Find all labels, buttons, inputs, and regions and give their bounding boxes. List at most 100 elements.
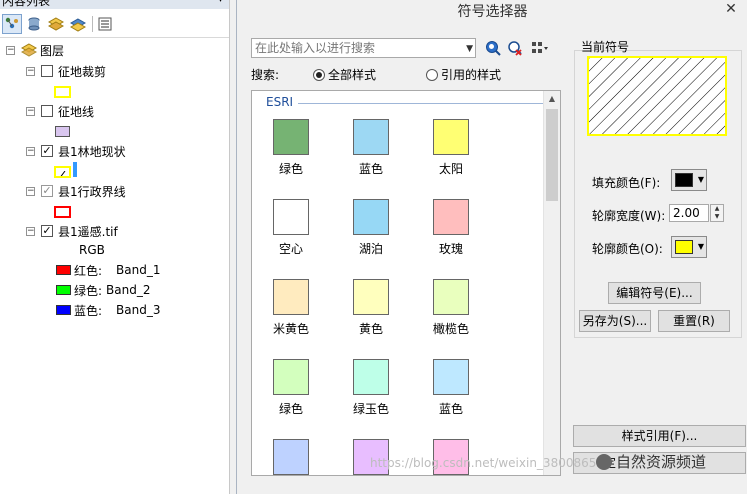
outline-width-spinner[interactable]: ▲ ▼ [710, 204, 724, 222]
hatch-pattern [589, 58, 725, 134]
wechat-icon [596, 453, 612, 470]
toc-title: 内容列表 [0, 0, 229, 9]
symbol-swatch [273, 199, 309, 235]
list-by-selection-icon[interactable] [68, 14, 88, 34]
view-options-icon[interactable] [530, 38, 550, 58]
layer-name: 征地裁剪 [58, 64, 107, 79]
layer-visibility-checkbox[interactable] [41, 65, 53, 77]
layers-root-label: 图层 [40, 43, 65, 58]
symbol-label: 玫瑰 [438, 242, 463, 256]
symbol-item[interactable]: 黄色 [341, 279, 401, 355]
layer-visibility-checkbox[interactable]: ✓ [41, 185, 53, 197]
layer-symbol-swatch[interactable] [55, 126, 70, 137]
chevron-down-icon: ▼ [697, 242, 704, 251]
layer-item-raster[interactable]: ✓ 县1遥感.tif [41, 222, 118, 240]
list-by-visibility-icon[interactable] [46, 14, 66, 34]
symbol-swatch [353, 119, 389, 155]
search-input[interactable]: 在此处输入以进行搜索 ▼ [251, 38, 476, 58]
chevron-down-icon[interactable]: ▼ [466, 40, 473, 58]
layer-visibility-checkbox[interactable]: ✓ [41, 145, 53, 157]
layer-item-clip[interactable]: 征地裁剪 [41, 62, 106, 80]
band-color-swatch[interactable] [56, 285, 71, 295]
radio-label: 引用的样式 [441, 68, 502, 82]
watermark-url: https://blog.csdn.net/weixin_38008652 [370, 456, 605, 470]
outline-width-input[interactable]: 2.00 [669, 204, 709, 222]
toc-panel: 内容列表 ▾ − 图层 − 征地裁剪 − 征地线 − [0, 0, 230, 494]
collapse-layer-icon[interactable]: − [26, 67, 35, 76]
symbol-item[interactable]: 湖泊 [341, 199, 401, 275]
spin-up-icon[interactable]: ▲ [711, 205, 723, 213]
outline-color-picker[interactable]: ▼ [671, 236, 707, 258]
collapse-layer-icon[interactable]: − [26, 187, 35, 196]
symbol-item[interactable]: 玫瑰 [421, 199, 481, 275]
symbol-item[interactable]: 绿色 [261, 119, 321, 195]
layer-symbol-swatch[interactable] [54, 86, 71, 98]
collapse-layer-icon[interactable]: − [26, 107, 35, 116]
gallery-scrollbar[interactable]: ▲ [543, 91, 560, 475]
symbol-item[interactable]: 蓝色 [341, 119, 401, 195]
current-symbol-label: 当前符号 [581, 40, 630, 54]
band-color-swatch[interactable] [56, 265, 71, 275]
layer-item-forest[interactable]: ✓ 县1林地现状 [41, 142, 126, 160]
fill-color-picker[interactable]: ▼ [671, 169, 707, 191]
pin-icon[interactable]: ▾ [218, 0, 223, 5]
symbol-item[interactable]: 绿玉色 [341, 359, 401, 435]
collapse-layers-icon[interactable]: − [6, 46, 15, 55]
symbol-label: 橄榄色 [432, 322, 469, 336]
symbol-item[interactable]: 太阳 [421, 119, 481, 195]
layer-name: 县1遥感.tif [58, 224, 118, 239]
band-name: Band_1 [116, 263, 161, 277]
band-row-red: 红色: Band_1 [56, 262, 161, 278]
layer-symbol-swatch[interactable] [54, 206, 71, 218]
symbol-label: 绿玉色 [352, 402, 389, 416]
symbol-item[interactable]: 橄榄色 [421, 279, 481, 355]
collapse-layer-icon[interactable]: − [26, 227, 35, 236]
symbol-swatch [273, 439, 309, 475]
close-icon[interactable]: ✕ [715, 0, 747, 20]
layer-item-boundary[interactable]: ✓ 县1行政界线 [41, 182, 126, 200]
collapse-layer-icon[interactable]: − [26, 147, 35, 156]
outline-width-label: 轮廓宽度(W): [592, 209, 666, 223]
edit-symbol-button[interactable]: 编辑符号(E)... [608, 282, 701, 304]
band-label: 红色: [74, 263, 103, 278]
layer-symbol-swatch[interactable] [54, 166, 71, 178]
search-scope-label: 搜索: [251, 68, 280, 82]
list-by-drawing-order-icon[interactable] [2, 14, 22, 34]
clear-search-icon[interactable] [505, 38, 525, 58]
symbol-gallery[interactable]: ESRI 绿色 蓝色 太阳 空心 湖泊 玫瑰 米黄色 黄色 橄榄色 绿色 绿玉色 蓝色 ▲ [251, 90, 561, 476]
radio-referenced-styles[interactable]: 引用的样式 [426, 66, 501, 83]
scroll-up-icon[interactable]: ▲ [544, 91, 560, 107]
layer-visibility-checkbox[interactable] [41, 105, 53, 117]
options-icon[interactable] [95, 14, 115, 34]
symbol-item[interactable] [261, 439, 321, 475]
search-icon[interactable] [483, 38, 503, 58]
band-name: Band_2 [106, 283, 151, 297]
symbol-label: 绿色 [278, 162, 303, 176]
symbol-item[interactable]: 绿色 [261, 359, 321, 435]
symbol-item[interactable]: 空心 [261, 199, 321, 275]
symbol-item[interactable]: 米黄色 [261, 279, 321, 355]
style-references-button[interactable]: 样式引用(F)... [573, 425, 746, 447]
list-by-source-icon[interactable] [24, 14, 44, 34]
symbol-swatch [433, 279, 469, 315]
symbol-swatch [353, 359, 389, 395]
radio-all-styles[interactable]: 全部样式 [313, 66, 376, 83]
save-as-button[interactable]: 另存为(S)... [579, 310, 651, 332]
symbol-swatch [273, 279, 309, 315]
toc-toolbar [0, 10, 229, 38]
selection-marker [73, 162, 77, 177]
reset-button[interactable]: 重置(R) [658, 310, 730, 332]
symbol-item[interactable]: 蓝色 [421, 359, 481, 435]
band-row-green: 绿色: Band_2 [56, 282, 151, 298]
scrollbar-thumb[interactable] [546, 109, 558, 201]
layer-item-line[interactable]: 征地线 [41, 102, 94, 120]
band-color-swatch[interactable] [56, 305, 71, 315]
layer-visibility-checkbox[interactable]: ✓ [41, 225, 53, 237]
spin-down-icon[interactable]: ▼ [711, 213, 723, 221]
fill-color-label: 填充颜色(F): [592, 176, 661, 190]
outline-color-chip [675, 240, 693, 254]
radio-indicator[interactable] [426, 68, 438, 81]
radio-indicator[interactable] [313, 68, 325, 81]
layers-root[interactable]: 图层 [21, 41, 64, 59]
band-name: Band_3 [116, 303, 161, 317]
